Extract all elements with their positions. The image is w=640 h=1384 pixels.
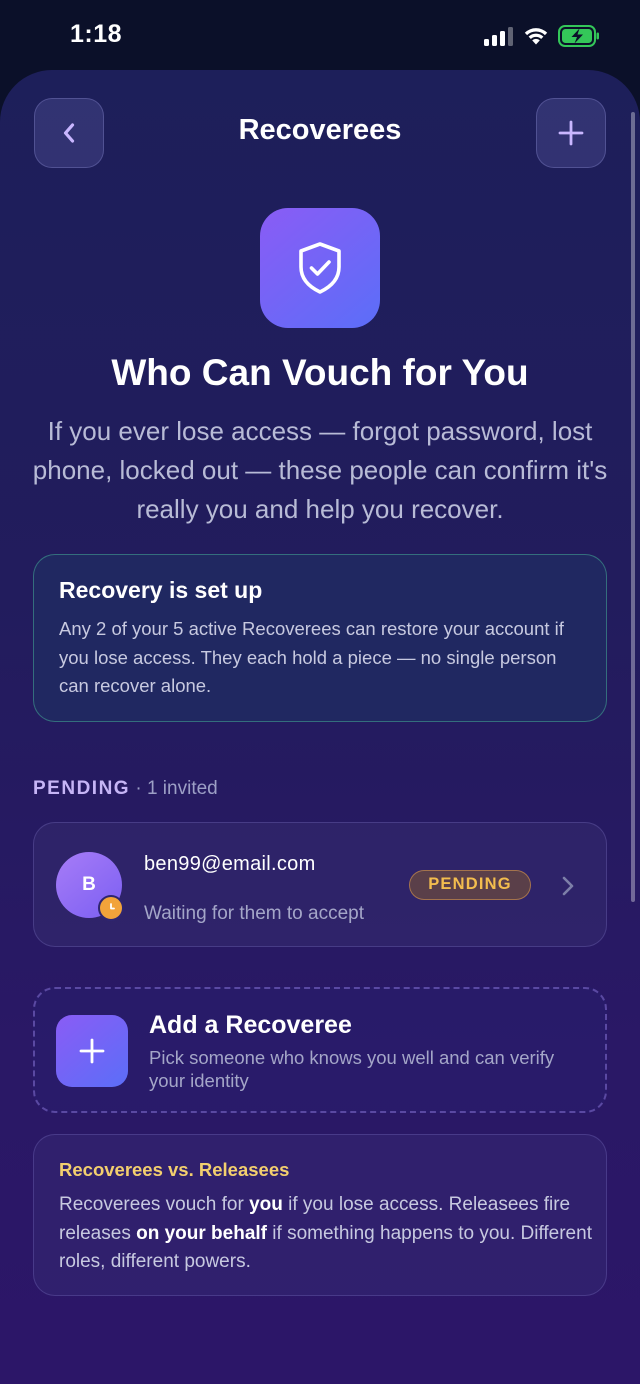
pending-section-label: PENDING · 1 invited [33,778,218,800]
plus-icon [558,120,584,146]
roles-info-card: Recoverees vs. Releasees Recoverees vouc… [33,1134,607,1296]
pending-count: · 1 invited [135,778,218,799]
add-recoveree-title: Add a Recoveree [149,1011,352,1039]
recoverees-screen: Recoverees Who Can Vouch for You If you … [0,70,640,1384]
cellular-signal-icon [484,26,514,46]
hero-title: Who Can Vouch for You [111,352,529,393]
add-icon-tile [56,1015,128,1087]
recovery-status-title: Recovery is set up [59,577,263,603]
roles-info-title: Recoverees vs. Releasees [59,1159,290,1180]
roles-info-body: Recoverees vouch for you if you lose acc… [59,1194,592,1272]
recoveree-status: Waiting for them to accept [144,903,365,924]
pending-recoveree-row[interactable]: B ben99@email.com Waiting for them to ac… [33,822,607,947]
recovery-status-card: Recovery is set up Any 2 of your 5 activ… [33,554,607,722]
hero-icon-tile [260,208,380,328]
battery-charging-icon [558,25,599,47]
shield-check-icon [299,242,341,294]
add-recoveree-subtitle: Pick someone who knows you well and can … [149,1047,555,1091]
status-bar: 1:18 [0,0,640,70]
chevron-right-icon [562,876,574,896]
pending-label: PENDING [33,778,131,799]
status-time: 1:18 [70,20,123,48]
add-recoveree-card[interactable]: Add a Recoveree Pick someone who knows y… [33,987,607,1113]
wifi-icon [524,28,548,45]
add-recoveree-header-button[interactable] [536,98,606,168]
clock-icon [98,895,124,921]
plus-icon [79,1038,105,1064]
status-badge: PENDING [409,870,531,900]
recovery-status-body: Any 2 of your 5 active Recoverees can re… [59,618,564,696]
scrollbar[interactable] [631,112,635,902]
avatar-initial: B [82,874,96,895]
hero-subtitle: If you ever lose access — forgot passwor… [32,416,608,524]
recoveree-email: ben99@email.com [144,853,316,875]
